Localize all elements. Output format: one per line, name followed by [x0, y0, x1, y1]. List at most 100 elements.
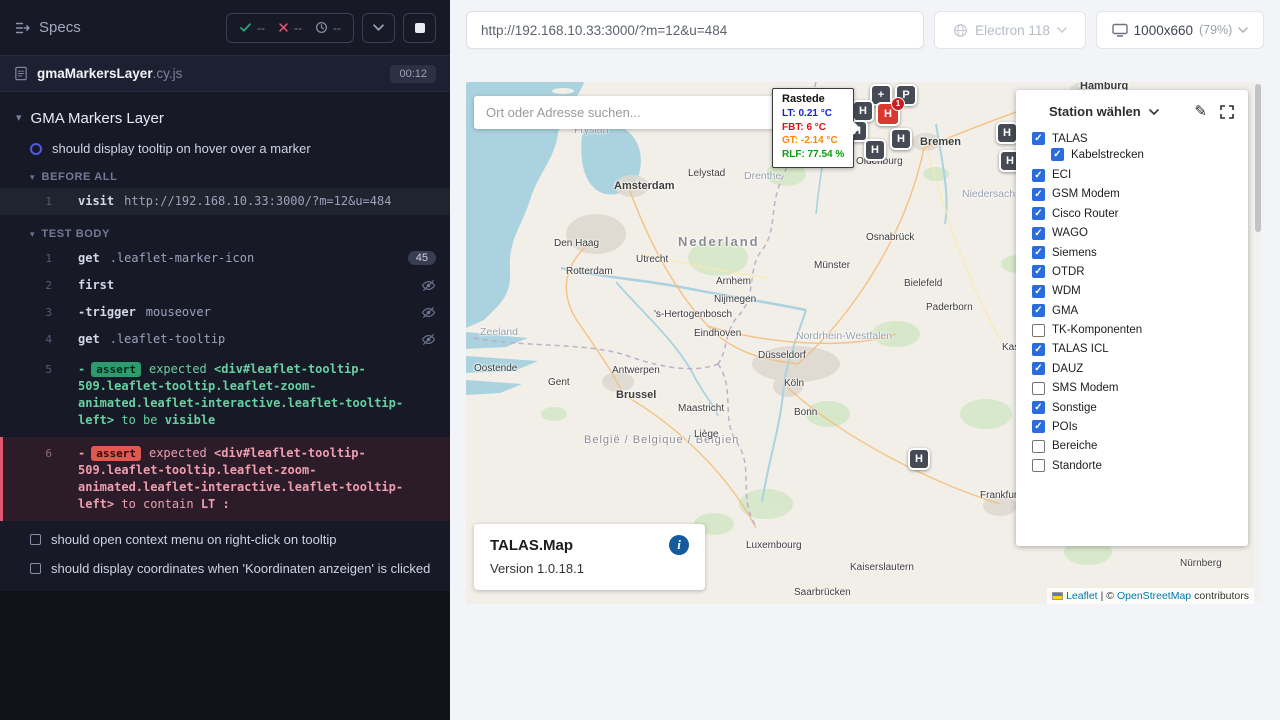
command-assert[interactable]: 5-assertexpected <div#leaflet-tooltip-50… — [0, 353, 450, 437]
layer-toggle-pois[interactable]: ✓POIs — [1016, 417, 1248, 436]
layer-toggle-bereiche[interactable]: Bereiche — [1016, 437, 1248, 456]
scrollbar-thumb[interactable] — [1255, 84, 1261, 232]
checkbox-checked[interactable]: ✓ — [1051, 148, 1064, 161]
checkbox-checked[interactable]: ✓ — [1032, 362, 1045, 375]
command-first[interactable]: 2first — [0, 272, 450, 299]
command-assert[interactable]: 6-assertexpected <div#leaflet-tooltip-50… — [0, 437, 450, 521]
checkbox-checked[interactable]: ✓ — [1032, 246, 1045, 259]
checkbox-checked[interactable]: ✓ — [1032, 343, 1045, 356]
section-header[interactable]: ▾ TEST BODY — [0, 219, 450, 245]
active-test-title: should display tooltip on hover over a m… — [52, 141, 311, 156]
map-search[interactable] — [474, 96, 776, 129]
station-marker[interactable]: H — [890, 128, 912, 150]
checkbox-checked[interactable]: ✓ — [1032, 227, 1045, 240]
map-label: Arnhem — [716, 276, 751, 287]
command-get[interactable]: 4get.leaflet-tooltip — [0, 326, 450, 353]
stop-button[interactable] — [403, 13, 436, 43]
search-input[interactable] — [474, 96, 776, 129]
layer-toggle-standorte[interactable]: Standorte — [1016, 456, 1248, 475]
checkbox-checked[interactable]: ✓ — [1032, 265, 1045, 278]
map-label: Amsterdam — [614, 180, 675, 192]
command-get[interactable]: 1get.leaflet-marker-icon45 — [0, 245, 450, 272]
specs-menu-icon — [14, 20, 30, 36]
pending-test-row[interactable]: should display coordinates when 'Koordin… — [0, 554, 450, 583]
map-label: Den Haag — [554, 238, 599, 249]
collapse-runs-button[interactable] — [362, 13, 395, 43]
section-header[interactable]: ▾ BEFORE ALL — [0, 162, 450, 188]
leaflet-link[interactable]: Leaflet — [1066, 590, 1098, 602]
layer-toggle-sonstige[interactable]: ✓Sonstige — [1016, 398, 1248, 417]
attribution-sep: | © — [1101, 590, 1114, 602]
pending-test-row[interactable]: should open context menu on right-click … — [0, 525, 450, 554]
checkbox-unchecked[interactable] — [1032, 382, 1045, 395]
layer-toggle-siemens[interactable]: ✓Siemens — [1016, 243, 1248, 262]
checkbox-unchecked[interactable] — [1032, 440, 1045, 453]
checkbox-checked[interactable]: ✓ — [1032, 169, 1045, 182]
fullscreen-icon[interactable] — [1220, 105, 1234, 119]
tooltip-measurement-row: FBT: 6 °C — [782, 121, 844, 135]
checkbox-checked[interactable]: ✓ — [1032, 207, 1045, 220]
leaflet-map[interactable]: FryslânDrentheAmsterdamLelystadNederland… — [466, 82, 1262, 604]
station-panel-header: Station wählen ✎ — [1016, 90, 1248, 126]
browser-select[interactable]: Electron 118 — [934, 11, 1086, 49]
osm-link[interactable]: OpenStreetMap — [1117, 590, 1191, 602]
map-label: Saarbrücken — [794, 587, 851, 598]
station-select[interactable]: Station wählen — [1049, 104, 1141, 119]
station-marker[interactable]: H — [908, 448, 930, 470]
spec-header: gmaMarkersLayer.cy.js 00:12 — [0, 56, 450, 92]
checkbox-checked[interactable]: ✓ — [1032, 401, 1045, 414]
command-visit[interactable]: 1visithttp://192.168.10.33:3000/?m=12&u=… — [0, 188, 450, 215]
checkbox-checked[interactable]: ✓ — [1032, 420, 1045, 433]
specs-menu-button[interactable]: Specs — [14, 19, 81, 36]
map-label: Antwerpen — [612, 365, 660, 376]
layer-toggle-wago[interactable]: ✓WAGO — [1016, 224, 1248, 243]
layer-toggle-cisco-router[interactable]: ✓Cisco Router — [1016, 204, 1248, 223]
assert-badge: assert — [91, 446, 141, 461]
section-title: TEST BODY — [42, 228, 110, 240]
layer-toggle-gma[interactable]: ✓GMA — [1016, 301, 1248, 320]
map-label: Liège — [694, 429, 718, 440]
run-stats: -- -- -- — [226, 13, 354, 43]
app-scrollbar[interactable] — [1254, 82, 1262, 604]
layer-toggle-dauz[interactable]: ✓DAUZ — [1016, 359, 1248, 378]
checkbox-unchecked[interactable] — [1032, 459, 1045, 472]
map-label: Köln — [784, 378, 804, 389]
x-icon — [278, 22, 289, 33]
checkbox-checked[interactable]: ✓ — [1032, 285, 1045, 298]
section-before-all: ▾ BEFORE ALL 1visithttp://192.168.10.33:… — [0, 162, 450, 215]
layer-toggle-gsm-modem[interactable]: ✓GSM Modem — [1016, 185, 1248, 204]
layer-toggle-tk-komponenten[interactable]: TK-Komponenten — [1016, 320, 1248, 339]
url-bar[interactable]: http://192.168.10.33:3000/?m=12&u=484 — [466, 11, 924, 49]
layer-toggle-talas-icl[interactable]: ✓TALAS ICL — [1016, 340, 1248, 359]
checkbox-unchecked[interactable] — [1032, 324, 1045, 337]
suite-row[interactable]: ▾ GMA Markers Layer — [0, 100, 450, 135]
viewport-select[interactable]: 1000x660 (79%) — [1096, 11, 1264, 49]
station-marker[interactable]: H — [852, 100, 874, 122]
hidden-icon — [421, 332, 436, 347]
clock-icon — [315, 21, 328, 34]
app-stage: http://192.168.10.33:3000/?m=12&u=484 El… — [450, 0, 1280, 720]
map-label: Paderborn — [926, 302, 973, 313]
checkbox-checked[interactable]: ✓ — [1032, 132, 1045, 145]
layer-toggle-otdr[interactable]: ✓OTDR — [1016, 262, 1248, 281]
info-icon[interactable]: i — [669, 535, 689, 555]
selected-station-marker[interactable]: H1 — [876, 102, 900, 126]
layer-toggle-wdm[interactable]: ✓WDM — [1016, 282, 1248, 301]
checkbox-checked[interactable]: ✓ — [1032, 304, 1045, 317]
app-shell: Specs -- -- -- — [0, 0, 1280, 720]
map-label: Nederland — [678, 234, 760, 249]
failed-stat: -- — [278, 21, 302, 35]
map-attribution: Leaflet | © OpenStreetMap contributors — [1047, 588, 1254, 604]
command-trigger[interactable]: 3-triggermouseover — [0, 299, 450, 326]
layer-toggle-kabelstrecken[interactable]: ✓Kabelstrecken — [1016, 148, 1248, 165]
layer-toggle-sms-modem[interactable]: SMS Modem — [1016, 379, 1248, 398]
layer-toggle-talas[interactable]: ✓TALAS — [1016, 129, 1248, 148]
tooltip-measurement-row: RLF: 77.54 % — [782, 148, 844, 162]
station-marker[interactable]: H — [996, 122, 1018, 144]
edit-icon[interactable]: ✎ — [1194, 104, 1207, 119]
map-label: Bremen — [920, 136, 961, 148]
layer-toggle-eci[interactable]: ✓ECI — [1016, 165, 1248, 184]
checkbox-checked[interactable]: ✓ — [1032, 188, 1045, 201]
station-marker[interactable]: H — [864, 139, 886, 161]
active-test-row[interactable]: should display tooltip on hover over a m… — [0, 135, 450, 162]
